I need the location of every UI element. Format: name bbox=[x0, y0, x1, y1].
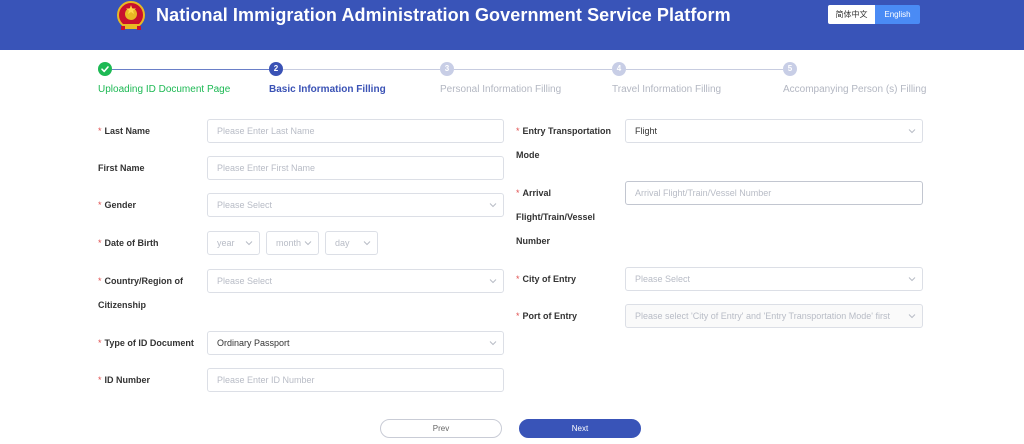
check-icon bbox=[101, 66, 109, 73]
chevron-down-icon bbox=[908, 314, 916, 319]
chevron-down-icon bbox=[363, 241, 371, 246]
arrival-number-input[interactable]: Arrival Flight/Train/Vessel Number bbox=[625, 181, 923, 205]
country-label-line1: * Country/Region of bbox=[98, 276, 184, 286]
arrival-label-line1: * Arrival bbox=[516, 188, 552, 198]
chevron-down-icon bbox=[908, 129, 916, 134]
country-label-line2: Citizenship bbox=[98, 300, 147, 310]
port-select[interactable]: Please select 'City of Entry' and 'Entry… bbox=[625, 304, 923, 328]
gender-placeholder: Please Select bbox=[217, 200, 273, 210]
required-mark: * bbox=[98, 338, 102, 348]
chevron-down-icon bbox=[489, 341, 497, 346]
id-type-value: Ordinary Passport bbox=[217, 338, 290, 348]
lang-english-button[interactable]: English bbox=[875, 5, 920, 24]
entry-mode-label-line1: * Entry Transportation bbox=[516, 126, 612, 136]
step-5-circle: 5 bbox=[783, 62, 797, 76]
city-select[interactable]: Please Select bbox=[625, 267, 923, 291]
lang-chinese-button[interactable]: 简体中文 bbox=[828, 5, 875, 24]
id-type-select[interactable]: Ordinary Passport bbox=[207, 331, 504, 355]
step-connector-2 bbox=[283, 68, 440, 70]
birth-year-placeholder: year bbox=[217, 238, 235, 248]
step-1-label: Uploading ID Document Page bbox=[98, 84, 231, 95]
required-mark: * bbox=[98, 238, 102, 248]
required-mark: * bbox=[98, 375, 102, 385]
step-2-label: Basic Information Filling bbox=[269, 84, 386, 95]
country-select[interactable]: Please Select bbox=[207, 269, 504, 293]
step-5-label: Accompanying Person (s) Filling bbox=[783, 84, 927, 95]
site-title: National Immigration Administration Gove… bbox=[156, 5, 731, 25]
progress-steps: 2 3 4 5 Uploading ID Document Page Basic… bbox=[0, 56, 1024, 100]
step-connector-1 bbox=[112, 68, 269, 70]
arrival-label-line3: Number bbox=[516, 236, 551, 246]
chevron-down-icon bbox=[489, 279, 497, 284]
gender-select[interactable]: Please Select bbox=[207, 193, 504, 217]
next-button[interactable]: Next bbox=[519, 419, 641, 438]
city-placeholder: Please Select bbox=[635, 274, 691, 284]
city-label: * City of Entry bbox=[516, 274, 577, 284]
step-4-circle: 4 bbox=[612, 62, 626, 76]
last-name-input[interactable]: Please Enter Last Name bbox=[207, 119, 504, 143]
national-emblem-icon bbox=[117, 1, 145, 30]
top-header: National Immigration Administration Gove… bbox=[0, 0, 1024, 50]
chevron-down-icon bbox=[245, 241, 253, 246]
birth-year-select[interactable]: year bbox=[207, 231, 260, 255]
id-number-label: * ID Number bbox=[98, 375, 151, 385]
required-mark: * bbox=[516, 188, 520, 198]
chevron-down-icon bbox=[489, 203, 497, 208]
birth-month-placeholder: month bbox=[276, 238, 302, 248]
arrival-label-line2: Flight/Train/Vessel bbox=[516, 212, 596, 222]
entry-mode-label-line2: Mode bbox=[516, 150, 540, 160]
required-mark: * bbox=[516, 126, 520, 136]
required-mark: * bbox=[516, 274, 520, 284]
birth-day-select[interactable]: day bbox=[325, 231, 378, 255]
step-3-circle: 3 bbox=[440, 62, 454, 76]
entry-mode-select[interactable]: Flight bbox=[625, 119, 923, 143]
step-1-circle bbox=[98, 62, 112, 76]
country-placeholder: Please Select bbox=[217, 276, 273, 286]
birth-day-placeholder: day bbox=[335, 238, 350, 248]
first-name-input[interactable]: Please Enter First Name bbox=[207, 156, 504, 180]
step-2-circle: 2 bbox=[269, 62, 283, 76]
required-mark: * bbox=[98, 126, 102, 136]
id-type-label: * Type of ID Document bbox=[98, 338, 194, 348]
birth-month-select[interactable]: month bbox=[266, 231, 319, 255]
last-name-label: * Last Name bbox=[98, 126, 151, 136]
step-3-label: Personal Information Filling bbox=[440, 84, 562, 95]
date-of-birth-label: * Date of Birth bbox=[98, 238, 159, 248]
port-placeholder: Please select 'City of Entry' and 'Entry… bbox=[635, 311, 890, 321]
step-connector-3 bbox=[454, 68, 612, 70]
required-mark: * bbox=[98, 276, 102, 286]
step-4-label: Travel Information Filling bbox=[612, 84, 722, 95]
step-connector-4 bbox=[626, 68, 783, 70]
chevron-down-icon bbox=[304, 241, 312, 246]
gender-label: * Gender bbox=[98, 200, 137, 210]
port-label: * Port of Entry bbox=[516, 311, 578, 321]
chevron-down-icon bbox=[908, 277, 916, 282]
id-number-input[interactable]: Please Enter ID Number bbox=[207, 368, 504, 392]
first-name-label: First Name bbox=[98, 163, 145, 173]
required-mark: * bbox=[516, 311, 520, 321]
prev-button[interactable]: Prev bbox=[380, 419, 502, 438]
required-mark: * bbox=[98, 200, 102, 210]
entry-mode-value: Flight bbox=[635, 126, 658, 136]
language-switch: 简体中文 English bbox=[828, 5, 920, 24]
